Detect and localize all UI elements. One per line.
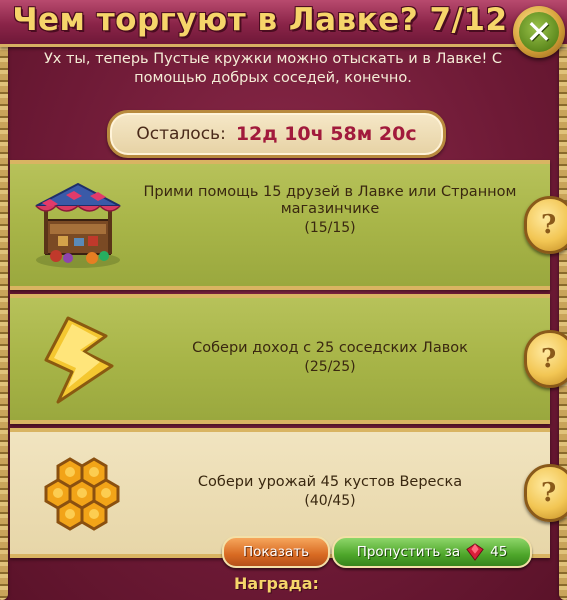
task-progress: (40/45) [304,493,356,509]
reward-label: Награда: [234,574,319,593]
help-button[interactable]: ? [524,464,567,522]
task-description: Прими помощь 15 друзей в Лавке или Стран… [110,184,550,237]
question-mark-icon: ? [541,344,557,374]
task-row: Прими помощь 15 друзей в Лавке или Стран… [10,160,567,290]
task-description: Собери урожай 45 кустов Вереска (40/45) [110,474,550,510]
question-mark-icon: ? [541,478,557,508]
title-banner: Чем торгуют в Лавке? 7/12 [0,0,567,47]
timer-box: Осталось: 12д 10ч 58м 20с [107,110,446,158]
task-description: Собери доход с 25 соседских Лавок (25/25… [110,340,550,376]
timer-value: 12д 10ч 58м 20с [235,123,417,145]
task-row: Собери доход с 25 соседских Лавок (25/25… [10,294,567,424]
timer-label: Осталось: [136,124,226,144]
task-text: Собери доход с 25 соседских Лавок [192,340,468,356]
left-rope-border [0,38,8,600]
task-progress: (25/25) [304,359,356,375]
task-progress: (15/15) [304,220,356,236]
skip-cost: 45 [490,544,508,560]
show-button[interactable]: Показать [222,536,330,568]
dialog-title: Чем торгуют в Лавке? 7/12 [12,2,508,38]
help-button[interactable]: ? [524,330,567,388]
question-mark-icon: ? [541,210,557,240]
task-text: Прими помощь 15 друзей в Лавке или Стран… [143,184,517,217]
help-button[interactable]: ? [524,196,567,254]
intro-text: Ух ты, теперь Пустые кружки можно отыска… [43,51,503,86]
ruby-icon [466,543,484,561]
close-icon: ✕ [519,12,559,52]
skip-label: Пропустить за [356,544,461,560]
task-text: Собери урожай 45 кустов Вереска [197,474,463,490]
skip-button[interactable]: Пропустить за 45 [332,536,532,568]
